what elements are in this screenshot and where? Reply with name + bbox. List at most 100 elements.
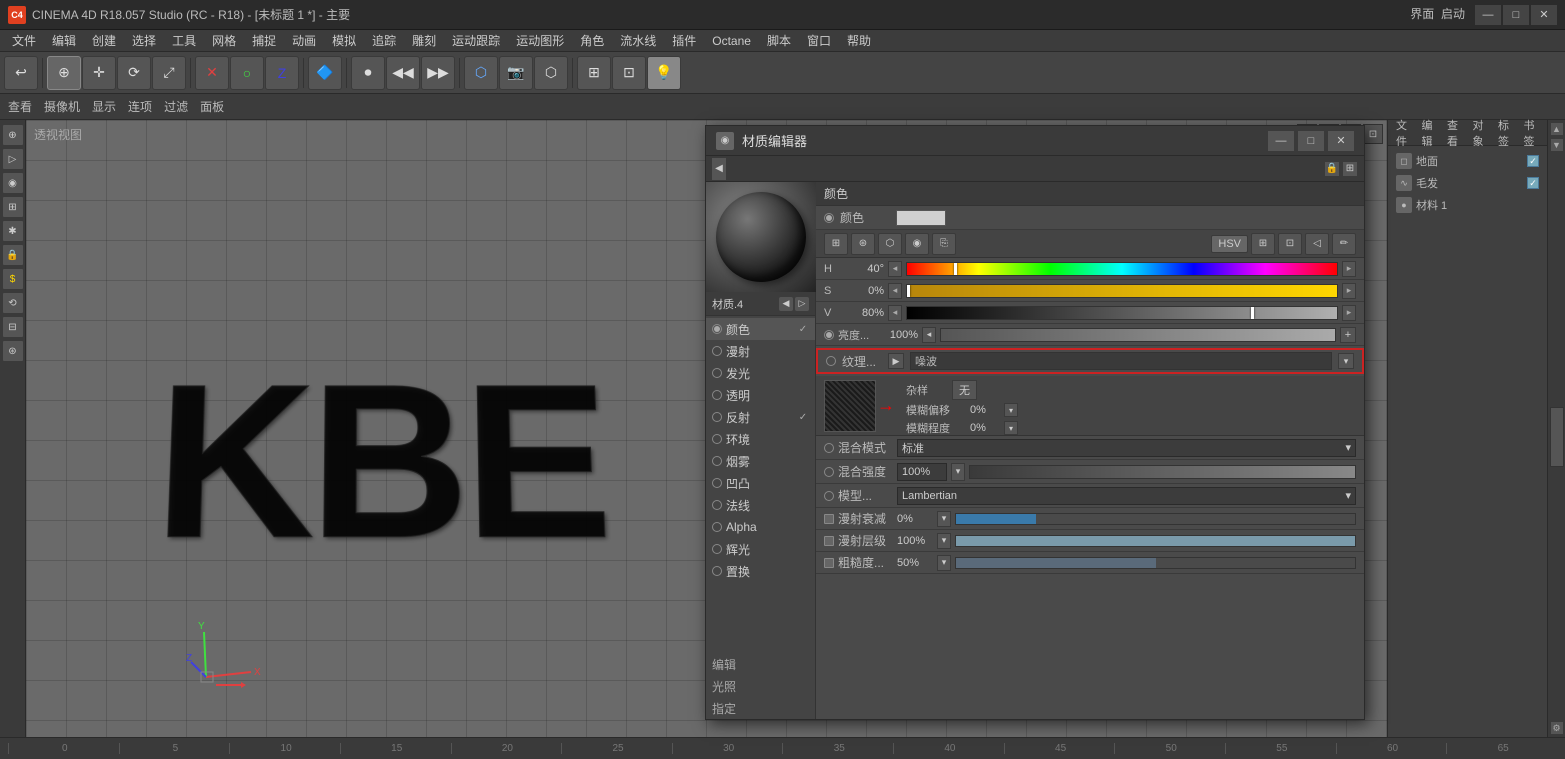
light-button[interactable]: ⬡ xyxy=(534,56,568,90)
color-picker-btn[interactable]: ⊛ xyxy=(851,233,875,255)
y-axis-button[interactable]: ○ xyxy=(230,56,264,90)
channel-item-法线[interactable]: 法线 xyxy=(706,494,815,516)
v-increment[interactable]: ▸ xyxy=(1342,305,1356,321)
channel-item-反射[interactable]: 反射✓ xyxy=(706,406,815,428)
maximize-button[interactable]: □ xyxy=(1503,5,1529,25)
h-increment[interactable]: ▸ xyxy=(1342,261,1356,277)
sidebar-icon-9[interactable]: ⊟ xyxy=(2,316,24,338)
dialog-arrow-left[interactable]: ◀ xyxy=(712,158,726,180)
sidebar-icon-10[interactable]: ⊛ xyxy=(2,340,24,362)
z-axis-button[interactable]: Z xyxy=(265,56,299,90)
color-copy-btn[interactable]: ⎘ xyxy=(932,233,956,255)
color-t3[interactable]: ◁ xyxy=(1305,233,1329,255)
menu-item-运动图形[interactable]: 运动图形 xyxy=(508,30,572,51)
sub-toolbar-item-摄像机[interactable]: 摄像机 xyxy=(44,98,80,115)
menu-item-角色[interactable]: 角色 xyxy=(572,30,612,51)
dialog-maximize[interactable]: □ xyxy=(1298,131,1324,151)
sidebar-icon-6[interactable]: 🔒 xyxy=(2,244,24,266)
color-wheel-btn[interactable]: ◉ xyxy=(905,233,929,255)
vp-full-icon[interactable]: ⊡ xyxy=(1363,124,1383,144)
brightness-decrement[interactable]: ◂ xyxy=(922,327,936,343)
menu-item-追踪[interactable]: 追踪 xyxy=(364,30,404,51)
v-decrement[interactable]: ◂ xyxy=(888,305,902,321)
object-item-材料 1[interactable]: ●材料 1 xyxy=(1392,194,1543,216)
s-decrement[interactable]: ◂ xyxy=(888,283,902,299)
light-section[interactable]: 光照 xyxy=(706,675,815,697)
select-mode-button[interactable]: ⊕ xyxy=(47,56,81,90)
sub-toolbar-item-查看[interactable]: 查看 xyxy=(8,98,32,115)
menu-item-网格[interactable]: 网格 xyxy=(204,30,244,51)
sidebar-icon-7[interactable]: $ xyxy=(2,268,24,290)
channel-item-发光[interactable]: 发光 xyxy=(706,362,815,384)
sidebar-icon-5[interactable]: ✱ xyxy=(2,220,24,242)
sub-toolbar-item-过滤[interactable]: 过滤 xyxy=(164,98,188,115)
far-scrollbar[interactable] xyxy=(1550,407,1564,467)
color-radio[interactable] xyxy=(824,213,834,223)
rotate-mode-button[interactable]: ⟳ xyxy=(117,56,151,90)
channel-item-Alpha[interactable]: Alpha xyxy=(706,516,815,538)
texture-play-btn[interactable]: ▶ xyxy=(888,353,904,369)
sidebar-icon-1[interactable]: ⊕ xyxy=(2,124,24,146)
menu-item-流水线[interactable]: 流水线 xyxy=(612,30,664,51)
color-dropper[interactable]: ✏ xyxy=(1332,233,1356,255)
move-mode-button[interactable]: ✛ xyxy=(82,56,116,90)
sidebar-icon-8[interactable]: ⟲ xyxy=(2,292,24,314)
h-decrement[interactable]: ◂ xyxy=(888,261,902,277)
texture-end-btn[interactable]: ▾ xyxy=(1338,353,1354,369)
color-sampler-btn[interactable]: ⊞ xyxy=(824,233,848,255)
blur-strength-arrow[interactable]: ▾ xyxy=(1004,421,1018,435)
menu-item-创建[interactable]: 创建 xyxy=(84,30,124,51)
blend-strength-slider[interactable] xyxy=(969,465,1356,479)
channel-item-颜色[interactable]: 颜色✓ xyxy=(706,318,815,340)
snap-button[interactable]: ⊡ xyxy=(612,56,646,90)
mat-arrow-icon[interactable]: ◀ xyxy=(779,297,793,311)
menu-item-窗口[interactable]: 窗口 xyxy=(799,30,839,51)
blend-mode-radio[interactable] xyxy=(824,443,834,453)
diffuse-decay-arrow[interactable]: ▾ xyxy=(937,511,951,527)
model-radio[interactable] xyxy=(824,491,834,501)
menu-item-帮助[interactable]: 帮助 xyxy=(839,30,879,51)
3d-view-button[interactable]: ⬡ xyxy=(464,56,498,90)
roughness-check[interactable] xyxy=(824,558,834,568)
sub-toolbar-item-面板[interactable]: 面板 xyxy=(200,98,224,115)
value-slider[interactable] xyxy=(906,306,1338,320)
brightness-add-btn[interactable]: + xyxy=(1340,327,1356,343)
saturation-slider[interactable] xyxy=(906,284,1338,298)
menu-item-运动跟踪[interactable]: 运动跟踪 xyxy=(444,30,508,51)
sidebar-icon-2[interactable]: ▷ xyxy=(2,148,24,170)
edit-section[interactable]: 编辑 xyxy=(706,653,815,675)
channel-item-烟雾[interactable]: 烟雾 xyxy=(706,450,815,472)
hue-slider[interactable] xyxy=(906,262,1338,276)
menu-item-动画[interactable]: 动画 xyxy=(284,30,324,51)
channel-item-漫射[interactable]: 漫射 xyxy=(706,340,815,362)
model-dropdown[interactable]: Lambertian ▾ xyxy=(897,487,1356,505)
roughness-slider[interactable] xyxy=(955,557,1356,569)
dialog-minimize[interactable]: — xyxy=(1268,131,1294,151)
mat-menu-icon[interactable]: ▷ xyxy=(795,297,809,311)
brightness-slider[interactable] xyxy=(940,328,1336,342)
sidebar-icon-4[interactable]: ⊞ xyxy=(2,196,24,218)
sidebar-icon-3[interactable]: ◉ xyxy=(2,172,24,194)
menu-item-插件[interactable]: 插件 xyxy=(664,30,704,51)
s-increment[interactable]: ▸ xyxy=(1342,283,1356,299)
menu-item-工具[interactable]: 工具 xyxy=(164,30,204,51)
grid-button[interactable]: ⊞ xyxy=(577,56,611,90)
minimize-button[interactable]: — xyxy=(1475,5,1501,25)
diffuse-level-arrow[interactable]: ▾ xyxy=(937,533,951,549)
play-fwd-button[interactable]: ▶▶ xyxy=(421,56,455,90)
color-gradient-btn[interactable]: ⬡ xyxy=(878,233,902,255)
rec-button[interactable]: ⏺ xyxy=(351,56,385,90)
scale-mode-button[interactable]: ⤢ xyxy=(152,56,186,90)
blend-strength-radio[interactable] xyxy=(824,467,834,477)
menu-item-选择[interactable]: 选择 xyxy=(124,30,164,51)
channel-item-辉光[interactable]: 辉光 xyxy=(706,538,815,560)
close-button[interactable]: ✕ xyxy=(1531,5,1557,25)
menu-item-脚本[interactable]: 脚本 xyxy=(759,30,799,51)
channel-item-置换[interactable]: 置换 xyxy=(706,560,815,582)
light2-button[interactable]: 💡 xyxy=(647,56,681,90)
sub-toolbar-item-显示[interactable]: 显示 xyxy=(92,98,116,115)
diffuse-decay-slider[interactable] xyxy=(955,513,1356,525)
diffuse-level-slider[interactable] xyxy=(955,535,1356,547)
blend-strength-arrow[interactable]: ▾ xyxy=(951,463,965,481)
channel-item-环境[interactable]: 环境 xyxy=(706,428,815,450)
